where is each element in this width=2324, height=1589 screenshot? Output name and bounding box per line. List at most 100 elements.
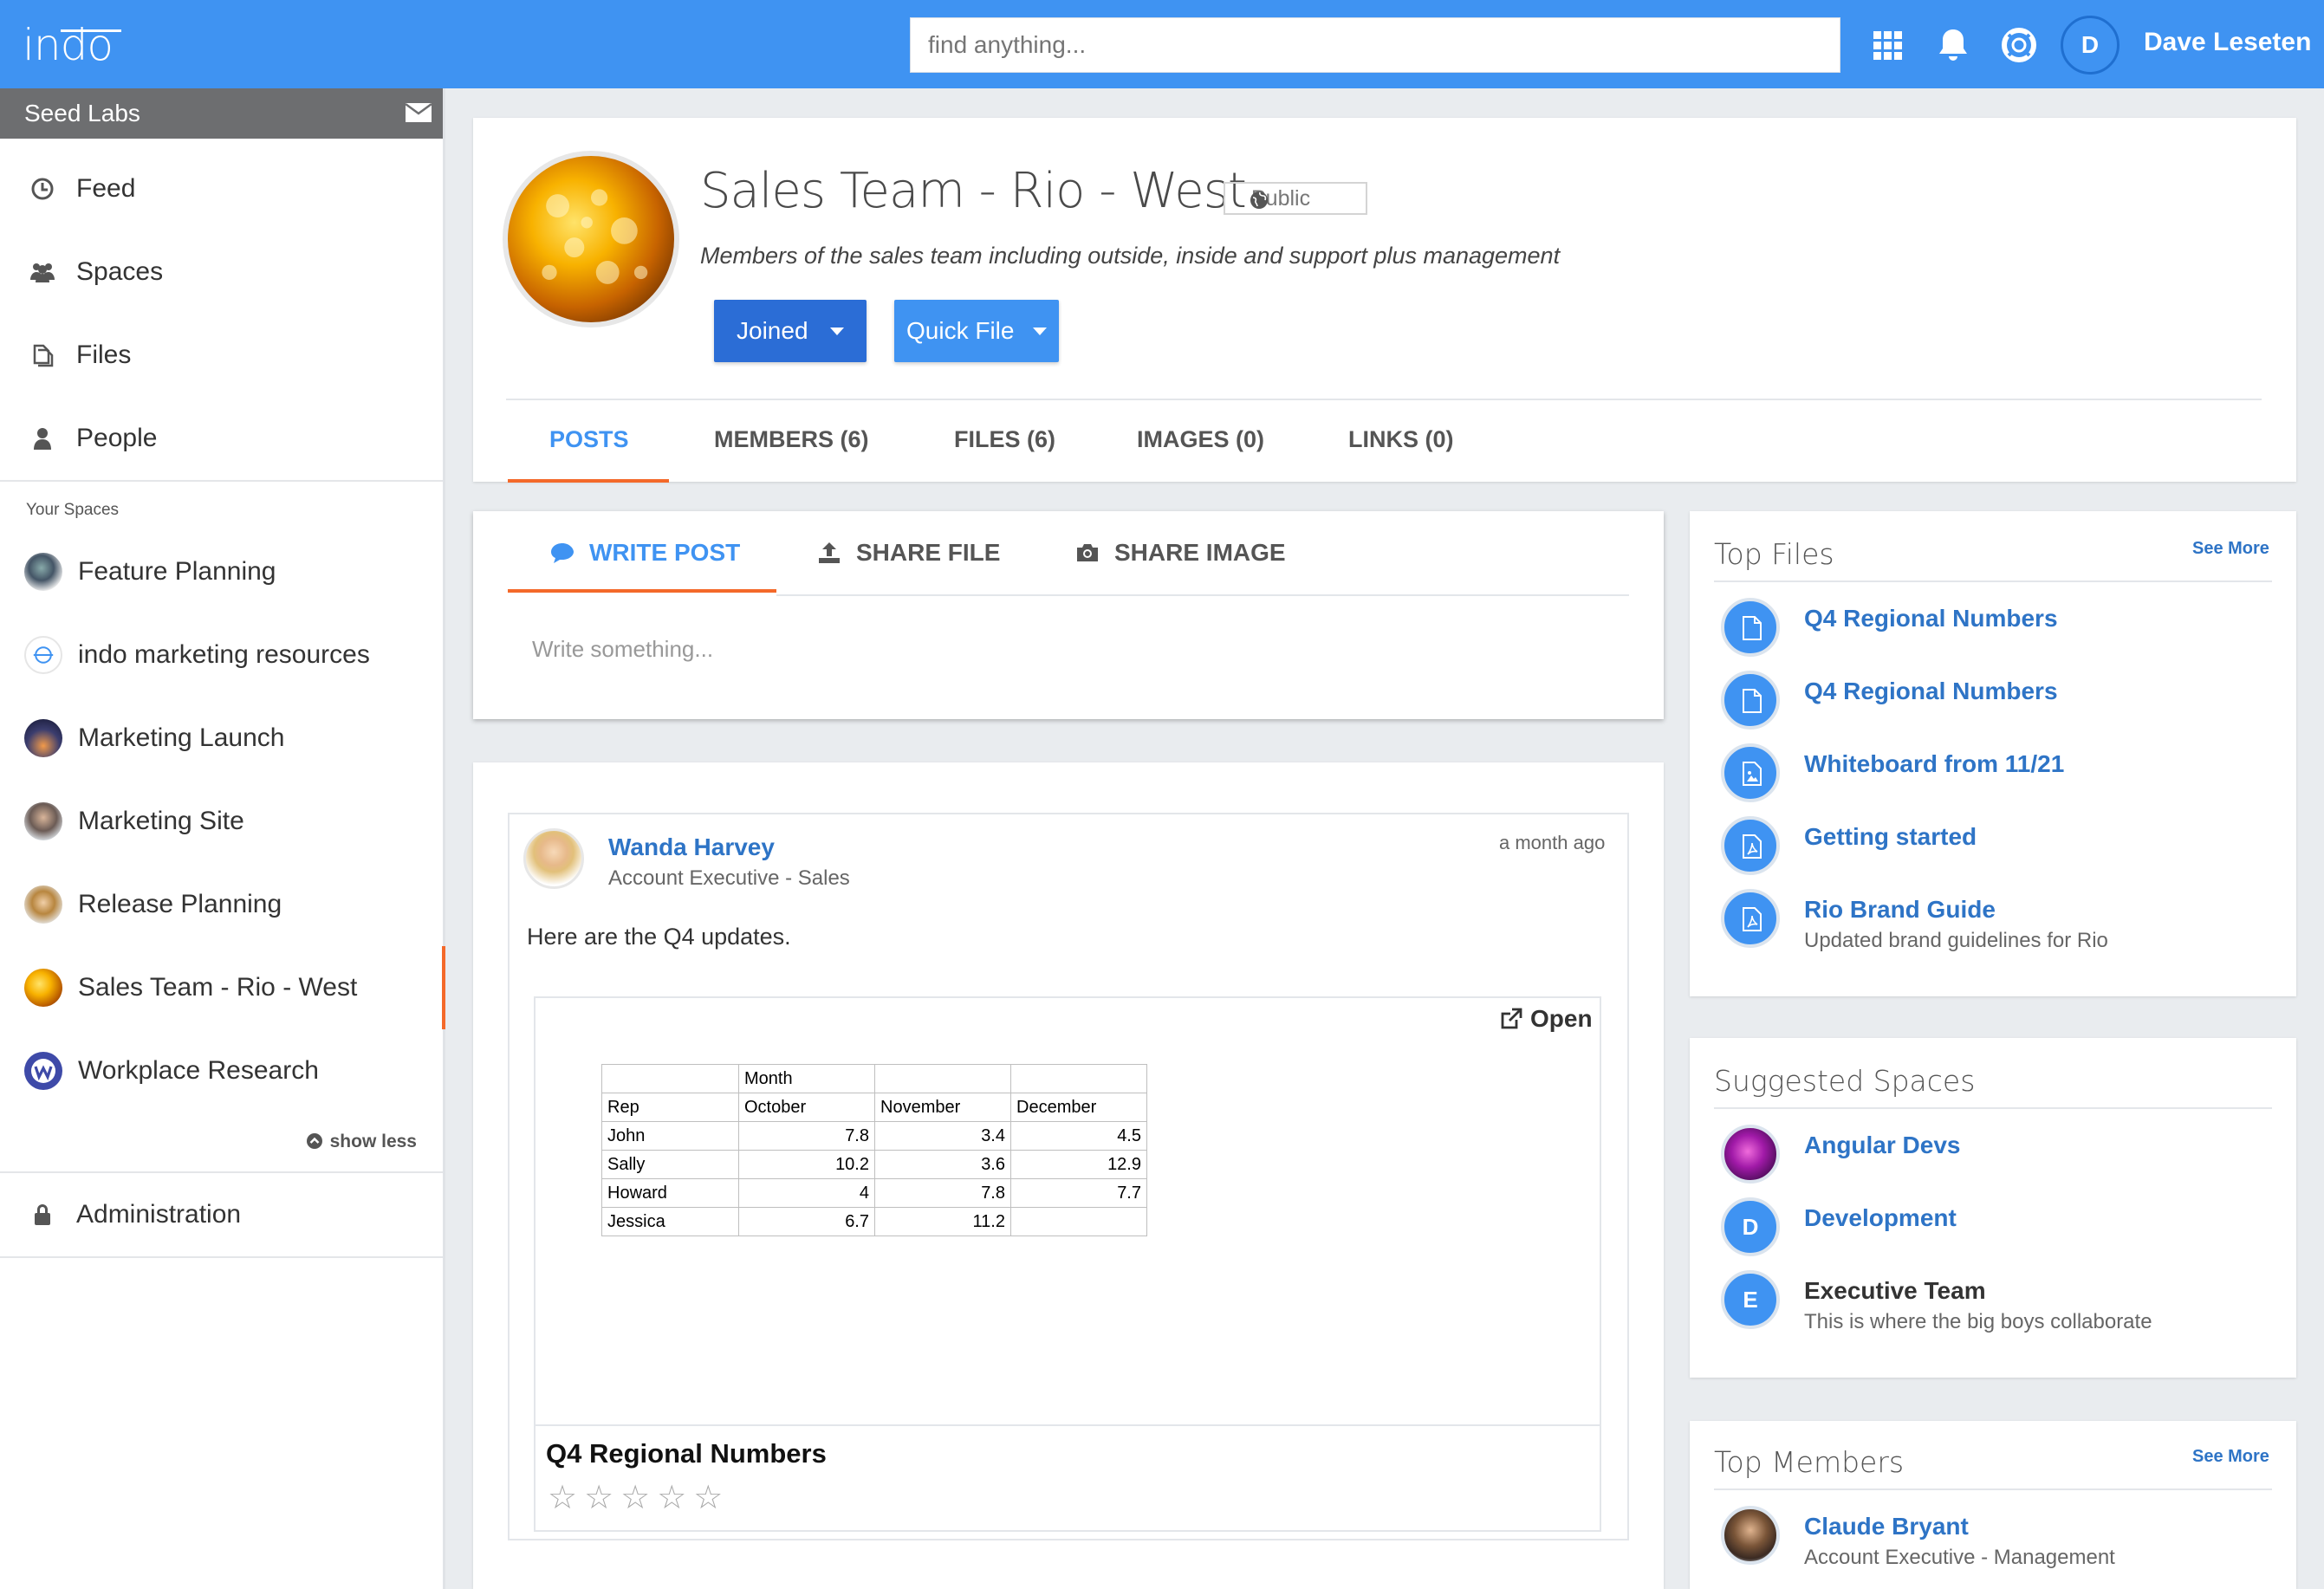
tab-images[interactable]: IMAGES (0)	[1137, 426, 1264, 453]
space-avatar	[24, 969, 62, 1007]
sheet-column-header: December	[1010, 1093, 1147, 1122]
show-less-link[interactable]: show less	[0, 1112, 443, 1171]
sidebar-space-indo-marketing-resources[interactable]: indo marketing resources	[0, 613, 443, 697]
share-image-label: SHARE IMAGE	[1114, 539, 1286, 566]
user-avatar[interactable]: D	[2061, 16, 2120, 75]
top-file-link[interactable]: Getting started	[1804, 823, 1977, 851]
document-icon	[1721, 671, 1780, 730]
top-members-see-more-link[interactable]: See More	[2192, 1447, 2269, 1467]
top-file-link[interactable]: Rio Brand Guide	[1804, 896, 1996, 924]
write-something-input[interactable]: Write something...	[532, 636, 713, 663]
top-file-link[interactable]: Q4 Regional Numbers	[1804, 678, 2058, 705]
apps-grid-icon[interactable]	[1868, 26, 1906, 64]
pdf-file-icon	[1721, 889, 1780, 948]
sheet-cell: 4	[738, 1178, 875, 1208]
sidebar-space-marketing-launch[interactable]: Marketing Launch	[0, 697, 443, 780]
suggested-space-link[interactable]: Development	[1804, 1204, 1957, 1232]
sidebar-space-label: Feature Planning	[78, 557, 276, 586]
member-avatar[interactable]	[1721, 1506, 1780, 1565]
panel-divider	[1714, 1488, 2272, 1490]
top-files-see-more-link[interactable]: See More	[2192, 539, 2269, 559]
sidebar-space-feature-planning[interactable]: Feature Planning	[0, 530, 443, 613]
member-role: Account Executive - Management	[1804, 1546, 2115, 1569]
sidebar-item-spaces[interactable]: Spaces	[0, 230, 443, 314]
quick-file-button[interactable]: Quick File	[894, 300, 1059, 362]
sidebar-space-label: Marketing Site	[78, 807, 244, 835]
space-description: Members of the sales team including outs…	[700, 243, 1561, 269]
sheet-cell: Jessica	[601, 1207, 739, 1236]
sidebar-space-marketing-site[interactable]: Marketing Site	[0, 780, 443, 863]
app-logo[interactable]: indo	[23, 19, 114, 71]
member-name-link[interactable]: Claude Bryant	[1804, 1513, 1969, 1540]
suggested-space-link[interactable]: Angular Devs	[1804, 1132, 1961, 1159]
joined-button-label: Joined	[737, 317, 808, 344]
sheet-cell	[1010, 1207, 1147, 1236]
post-text: Here are the Q4 updates.	[527, 924, 791, 950]
mail-icon[interactable]	[405, 102, 432, 123]
space-avatar	[24, 719, 62, 757]
space-hero-avatar	[503, 151, 679, 328]
sidebar-item-people[interactable]: People	[0, 397, 443, 480]
sidebar-item-feed[interactable]: Feed	[0, 147, 443, 230]
document-icon	[1721, 598, 1780, 657]
space-avatar	[1721, 1125, 1780, 1184]
sidebar-item-administration[interactable]: Administration	[0, 1173, 443, 1256]
help-lifebuoy-icon[interactable]	[2000, 26, 2038, 64]
sheet-cell: 7.8	[874, 1178, 1011, 1208]
space-avatar	[24, 802, 62, 840]
space-avatar	[24, 885, 62, 924]
sidebar: Seed Labs Feed Spaces Files People Your …	[0, 88, 445, 1589]
sidebar-space-sales-team-rio-west[interactable]: Sales Team - Rio - West	[0, 946, 445, 1029]
sidebar-item-label: Feed	[76, 174, 136, 203]
write-post-tab[interactable]: WRITE POST	[549, 539, 740, 567]
open-file-link[interactable]: Open	[1499, 1005, 1593, 1033]
sheet-cell: 7.8	[738, 1121, 875, 1151]
panel-divider	[1714, 580, 2272, 582]
sheet-cell: Sally	[601, 1150, 739, 1179]
author-avatar[interactable]	[523, 828, 584, 889]
spreadsheet-preview: Month Rep October November December John…	[601, 1064, 1147, 1236]
logo-strike	[61, 29, 121, 32]
tab-posts[interactable]: POSTS	[549, 426, 629, 453]
star-rating[interactable]: ☆☆☆☆☆	[548, 1478, 730, 1517]
sidebar-space-label: Sales Team - Rio - West	[78, 973, 358, 1002]
sidebar-space-label: Marketing Launch	[78, 723, 285, 752]
sheet-row: Howard 4 7.8 7.7	[601, 1178, 1147, 1208]
panel-divider	[1714, 1107, 2272, 1109]
user-name[interactable]: Dave Leseten	[2144, 28, 2311, 57]
top-file-link[interactable]: Whiteboard from 11/21	[1804, 750, 2064, 778]
suggested-space-name[interactable]: Executive Team	[1804, 1277, 1986, 1305]
external-link-icon	[1501, 1008, 1522, 1029]
sheet-cell: 3.6	[874, 1150, 1011, 1179]
post-author-role: Account Executive - Sales	[608, 866, 850, 890]
show-less-label: show less	[329, 1132, 417, 1151]
share-file-tab[interactable]: SHARE FILE	[816, 539, 1000, 567]
write-post-label: WRITE POST	[589, 539, 741, 566]
sidebar-item-files[interactable]: Files	[0, 314, 443, 397]
post-author[interactable]: Wanda Harvey	[608, 833, 775, 861]
your-spaces-heading: Your Spaces	[26, 501, 120, 519]
joined-button[interactable]: Joined	[714, 300, 867, 362]
sidebar-space-label: Release Planning	[78, 890, 282, 918]
top-file-description: Updated brand guidelines for Rio	[1804, 929, 2108, 952]
image-file-icon	[1721, 743, 1780, 802]
sheet-row: John 7.8 3.4 4.5	[601, 1121, 1147, 1151]
bell-icon[interactable]	[1934, 26, 1972, 64]
top-file-link[interactable]: Q4 Regional Numbers	[1804, 605, 2058, 632]
search-input[interactable]	[910, 17, 1840, 73]
attached-file-name[interactable]: Q4 Regional Numbers	[546, 1438, 827, 1469]
tab-members[interactable]: MEMBERS (6)	[714, 426, 869, 453]
upload-icon	[819, 542, 840, 563]
space-avatar: D	[1721, 1197, 1780, 1256]
tab-links[interactable]: LINKS (0)	[1348, 426, 1454, 453]
speech-bubble-icon	[551, 543, 574, 563]
sidebar-space-release-planning[interactable]: Release Planning	[0, 863, 443, 946]
share-image-tab[interactable]: SHARE IMAGE	[1074, 539, 1286, 567]
globe-icon	[1250, 191, 1268, 209]
caret-down-icon	[1033, 328, 1047, 335]
org-name: Seed Labs	[24, 100, 140, 126]
sheet-cell: 6.7	[738, 1207, 875, 1236]
org-bar[interactable]: Seed Labs	[0, 88, 443, 139]
tab-files[interactable]: FILES (6)	[954, 426, 1055, 453]
sidebar-space-workplace-research[interactable]: Workplace Research	[0, 1029, 443, 1112]
